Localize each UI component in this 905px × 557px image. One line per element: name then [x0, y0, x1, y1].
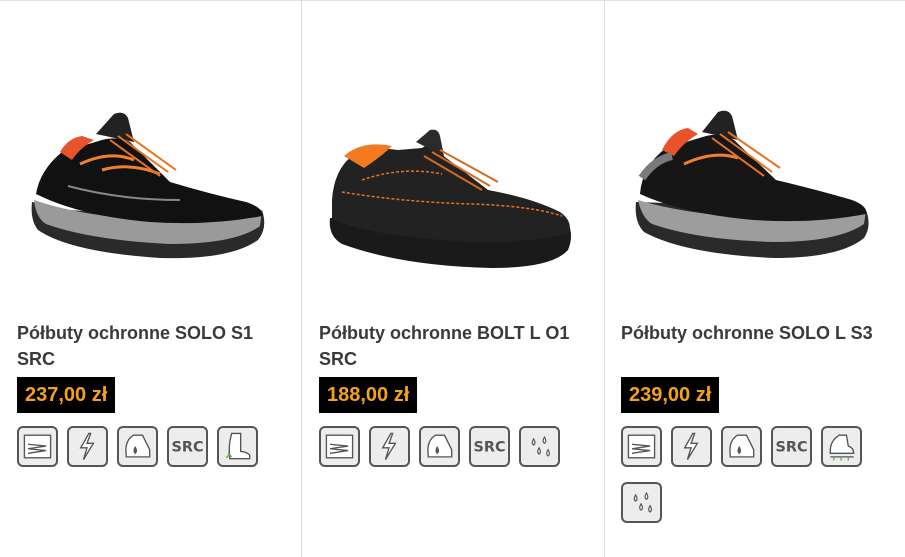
- product-price: 188,00 zł: [319, 377, 418, 413]
- shoe-puncture-icon: [821, 426, 862, 467]
- heel-energy-icon: [721, 426, 762, 467]
- product-card: Półbuty ochronne SOLO S1 SRC 237,00 zł S…: [0, 0, 300, 557]
- src-icon: SRC: [167, 426, 208, 467]
- svg-text:SRC: SRC: [171, 439, 203, 455]
- product-price: 237,00 zł: [17, 377, 116, 413]
- lightning-icon: [67, 426, 108, 467]
- svg-text:SRC: SRC: [473, 439, 505, 455]
- src-icon: SRC: [771, 426, 812, 467]
- lightning-icon: [671, 426, 712, 467]
- lightning-icon: [369, 426, 410, 467]
- product-title[interactable]: Półbuty ochronne SOLO S1 SRC: [17, 320, 287, 372]
- product-image[interactable]: [10, 90, 292, 300]
- product-price: 239,00 zł: [621, 377, 720, 413]
- boot-puncture-icon: [217, 426, 258, 467]
- heel-energy-icon: [117, 426, 158, 467]
- antistatic-sole-icon: [319, 426, 360, 467]
- product-card: Półbuty ochronne BOLT L O1 SRC 188,00 zł…: [301, 0, 605, 557]
- svg-text:SRC: SRC: [775, 439, 807, 455]
- product-card: Półbuty ochronne SOLO L S3 239,00 zł SRC: [604, 0, 905, 557]
- src-icon: SRC: [469, 426, 510, 467]
- product-title[interactable]: Półbuty ochronne SOLO L S3: [621, 320, 891, 346]
- antistatic-sole-icon: [621, 426, 662, 467]
- water-drops-icon: [519, 426, 560, 467]
- antistatic-sole-icon: [17, 426, 58, 467]
- product-image[interactable]: [614, 90, 896, 300]
- water-drops-icon: [621, 482, 662, 523]
- product-image[interactable]: [312, 90, 594, 300]
- product-title[interactable]: Półbuty ochronne BOLT L O1 SRC: [319, 320, 589, 372]
- heel-energy-icon: [419, 426, 460, 467]
- product-grid: Półbuty ochronne SOLO S1 SRC 237,00 zł S…: [0, 0, 905, 557]
